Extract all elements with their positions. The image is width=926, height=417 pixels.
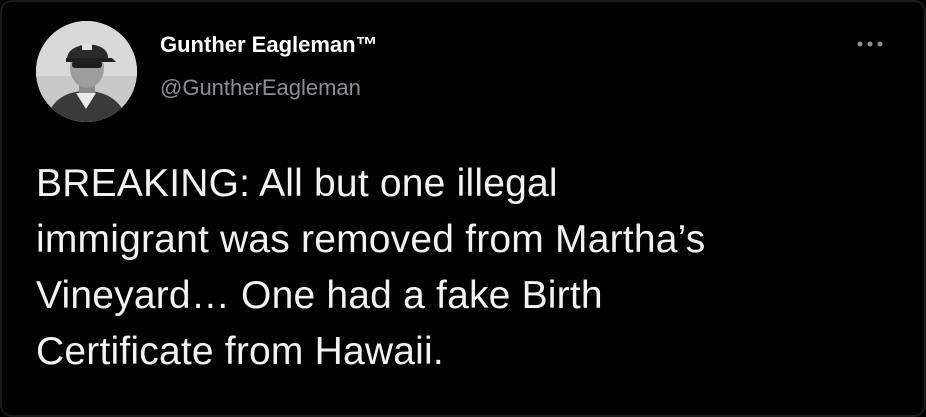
tweet-text-line: BREAKING: All but one illegal (36, 162, 558, 205)
avatar-photo-icon (36, 21, 137, 122)
display-name[interactable]: Gunther Eagleman™ (160, 32, 378, 58)
user-handle[interactable]: @GuntherEagleman (160, 75, 361, 101)
tweet-card: Gunther Eagleman™ @GuntherEagleman BREAK… (0, 0, 926, 417)
more-dots-icon (857, 41, 883, 47)
tweet-text-line: Vineyard… One had a fake Birth (36, 274, 603, 317)
tweet-text: BREAKING: All but one illegal immigrant … (36, 156, 896, 380)
more-options-button[interactable] (850, 32, 890, 56)
tweet-text-line: immigrant was removed from Martha’s (36, 218, 706, 261)
avatar[interactable] (36, 21, 137, 122)
tweet-text-line: Certificate from Hawaii. (36, 330, 444, 373)
